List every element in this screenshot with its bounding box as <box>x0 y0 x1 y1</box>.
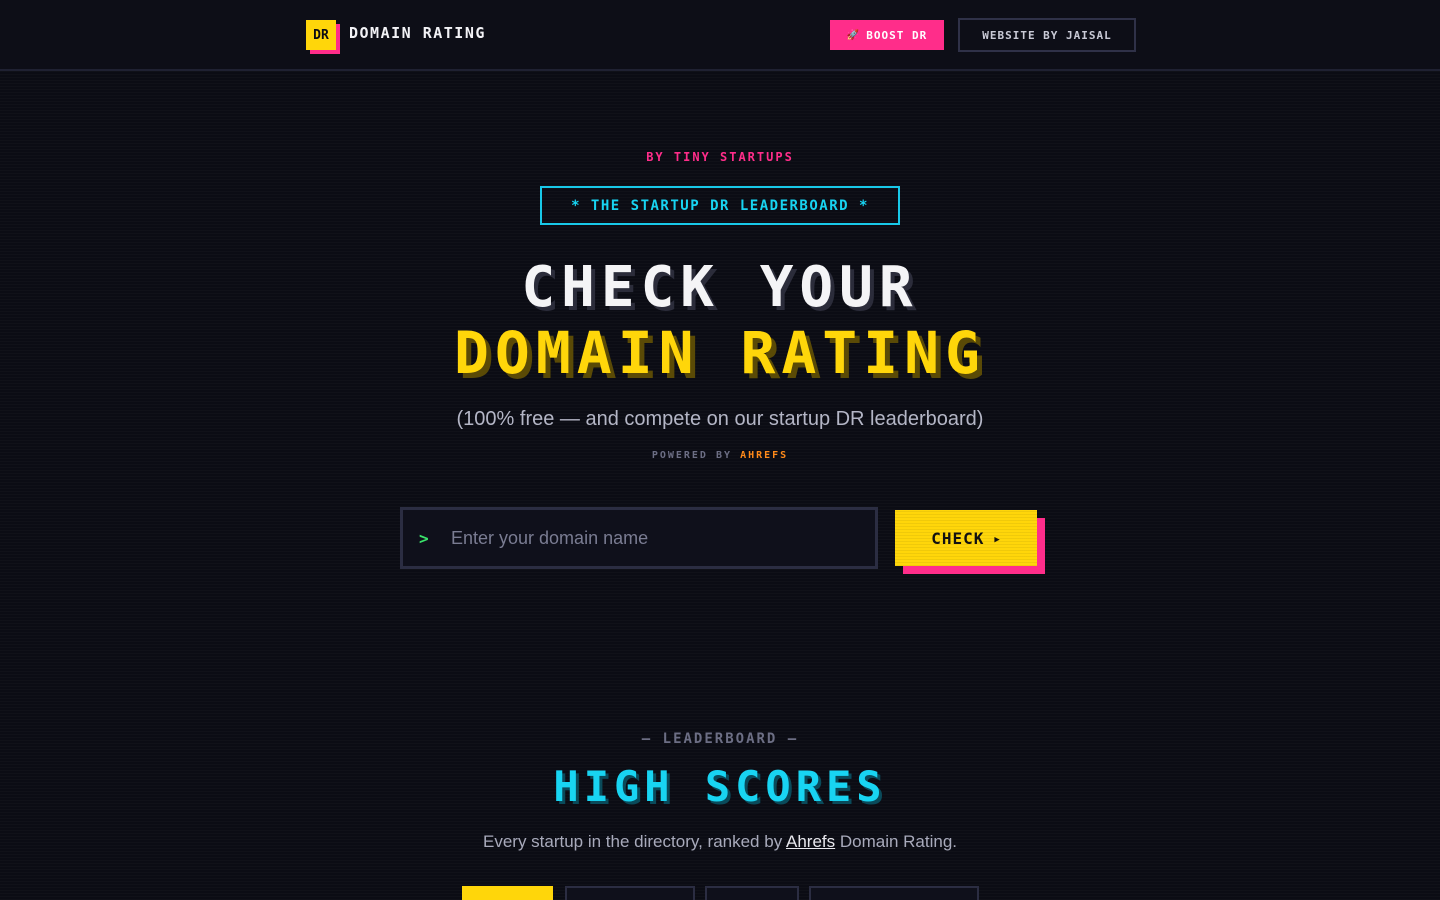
leaderboard-desc-before: Every startup in the directory, ranked b… <box>482 832 786 851</box>
hero-subtitle: (100% free — and compete on our startup … <box>456 408 984 430</box>
play-icon: ▶ <box>994 535 1001 545</box>
chevron-right-icon: > <box>419 528 429 548</box>
website-by-label: WEBSITE BY JAISAL <box>982 28 1112 42</box>
leaderboard-tab-4[interactable] <box>809 886 979 900</box>
powered-by: POWERED BY AHREFS <box>0 450 1440 461</box>
ahrefs-link[interactable]: Ahrefs <box>786 832 835 851</box>
rocket-icon: 🚀 <box>846 29 861 41</box>
boost-dr-label: BOOST DR <box>866 28 928 42</box>
domain-input[interactable] <box>451 518 875 558</box>
byline: BY TINY STARTUPS <box>646 150 794 164</box>
headline-line-2: DOMAIN RATING <box>454 319 986 387</box>
website-by-button[interactable]: WEBSITE BY JAISAL <box>958 18 1136 52</box>
check-button-label: CHECK <box>931 528 985 548</box>
boost-dr-button[interactable]: 🚀 BOOST DR <box>830 20 944 50</box>
high-scores-title: HIGH SCORES <box>553 762 887 811</box>
check-button[interactable]: CHECK ▶ <box>895 510 1037 566</box>
top-nav: DR DOMAIN RATING 🚀 BOOST DR WEBSITE BY J… <box>0 0 1440 71</box>
leaderboard-badge: * THE STARTUP DR LEADERBOARD * <box>540 186 900 225</box>
leaderboard-tab-1[interactable] <box>462 886 553 900</box>
leaderboard-description: Every startup in the directory, ranked b… <box>0 832 1440 852</box>
leaderboard-badge-label: * THE STARTUP DR LEADERBOARD * <box>571 197 869 214</box>
powered-by-brand: AHREFS <box>740 450 789 461</box>
headline-line-1: CHECK YOUR <box>521 255 919 320</box>
leaderboard-kicker: — LEADERBOARD — <box>641 731 799 747</box>
domain-search-box: > <box>400 507 878 569</box>
logo-text[interactable]: DOMAIN RATING <box>349 24 486 42</box>
leaderboard-tab-3[interactable] <box>705 886 799 900</box>
leaderboard-desc-after: Domain Rating. <box>835 832 958 851</box>
leaderboard-tab-2[interactable] <box>565 886 695 900</box>
logo-mark[interactable]: DR <box>306 20 336 50</box>
powered-by-prefix: POWERED BY <box>651 450 733 461</box>
